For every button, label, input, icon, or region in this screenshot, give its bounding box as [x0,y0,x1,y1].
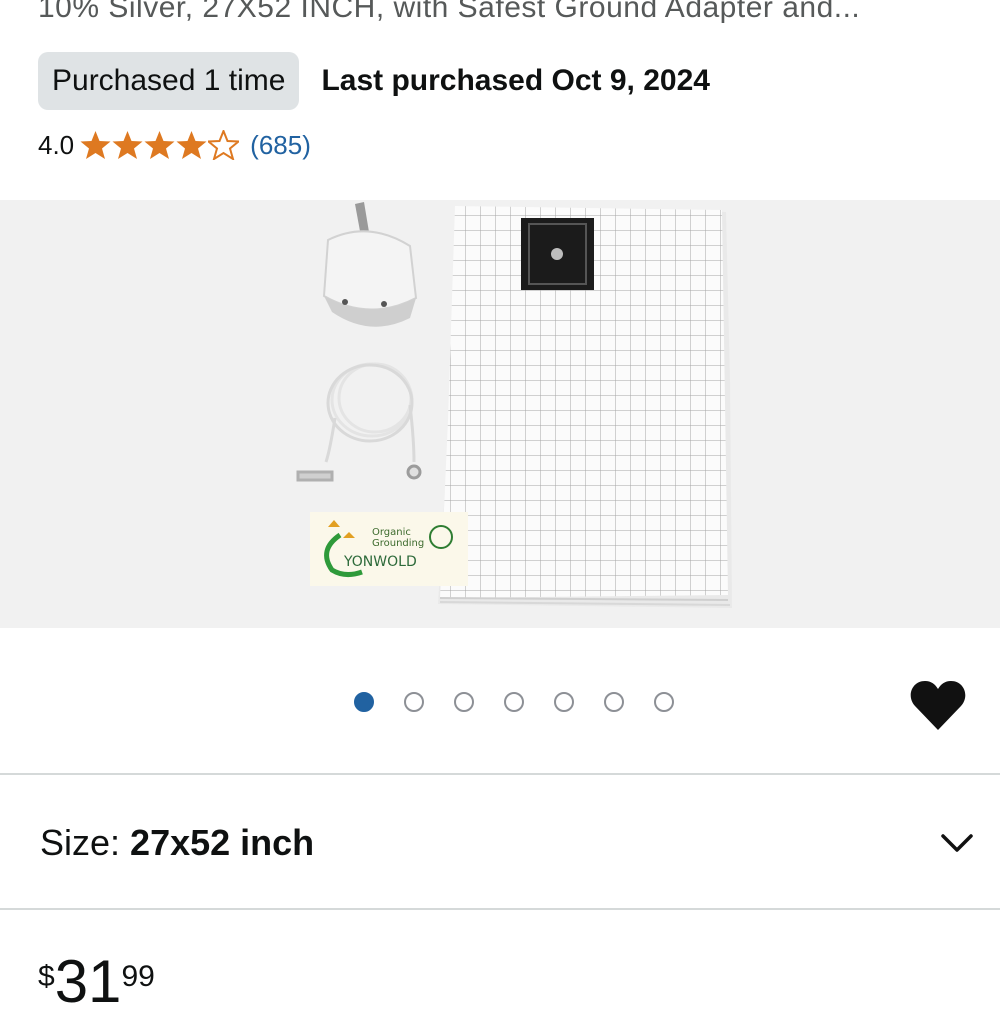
chevron-down-icon[interactable] [939,825,975,861]
logo-text-grounding: Grounding [372,538,424,549]
product-image: Organic Grounding YONWOLD [296,202,732,608]
grounding-sheet-image [438,206,732,608]
price-whole: 31 [54,948,122,1015]
purchased-badge: Purchased 1 time [38,52,300,110]
star-icon [112,131,143,159]
carousel-dot[interactable] [404,692,424,712]
carousel-indicator[interactable] [354,692,704,712]
size-label: Size: [40,822,131,863]
carousel-dot[interactable] [604,692,624,712]
brand-logo: Organic Grounding YONWOLD [310,512,468,586]
carousel-dot[interactable] [504,692,524,712]
logo-text-organic: Organic [372,527,411,538]
carousel-dot[interactable] [654,692,674,712]
ground-adapter-image [322,202,418,327]
carousel-dot[interactable] [454,692,474,712]
product-image-gallery[interactable]: Organic Grounding YONWOLD [0,200,1000,628]
heart-icon[interactable] [910,678,966,732]
size-selector[interactable]: Size: 27x52 inch [40,818,975,868]
size-value: 27x52 inch [130,822,315,863]
rating-row[interactable]: 4.0 (685) [38,124,311,166]
divider [0,908,1000,910]
star-icon [176,131,207,159]
star-icon [80,131,111,159]
review-count-link[interactable]: (685) [250,130,311,161]
divider [0,773,1000,775]
last-purchased-text: Last purchased Oct 9, 2024 [321,64,710,97]
carousel-dot[interactable] [354,692,374,712]
price-symbol: $ [38,960,55,993]
rating-value: 4.0 [38,129,75,160]
ground-cord-image [296,362,422,482]
size-label-group: Size: 27x52 inch [40,822,314,864]
price-fraction: 99 [121,960,155,993]
logo-text-brand: YONWOLD [343,554,417,570]
purchase-history: Purchased 1 time Last purchased Oct 9, 2… [38,52,710,110]
star-icon [208,130,240,160]
price: $ 31 99 [38,952,155,1012]
star-icon [144,131,175,159]
carousel-dot[interactable] [554,692,574,712]
product-title[interactable]: 10% Silver, 27X52 INCH, with Safest Grou… [38,0,978,28]
star-rating[interactable] [80,130,240,160]
